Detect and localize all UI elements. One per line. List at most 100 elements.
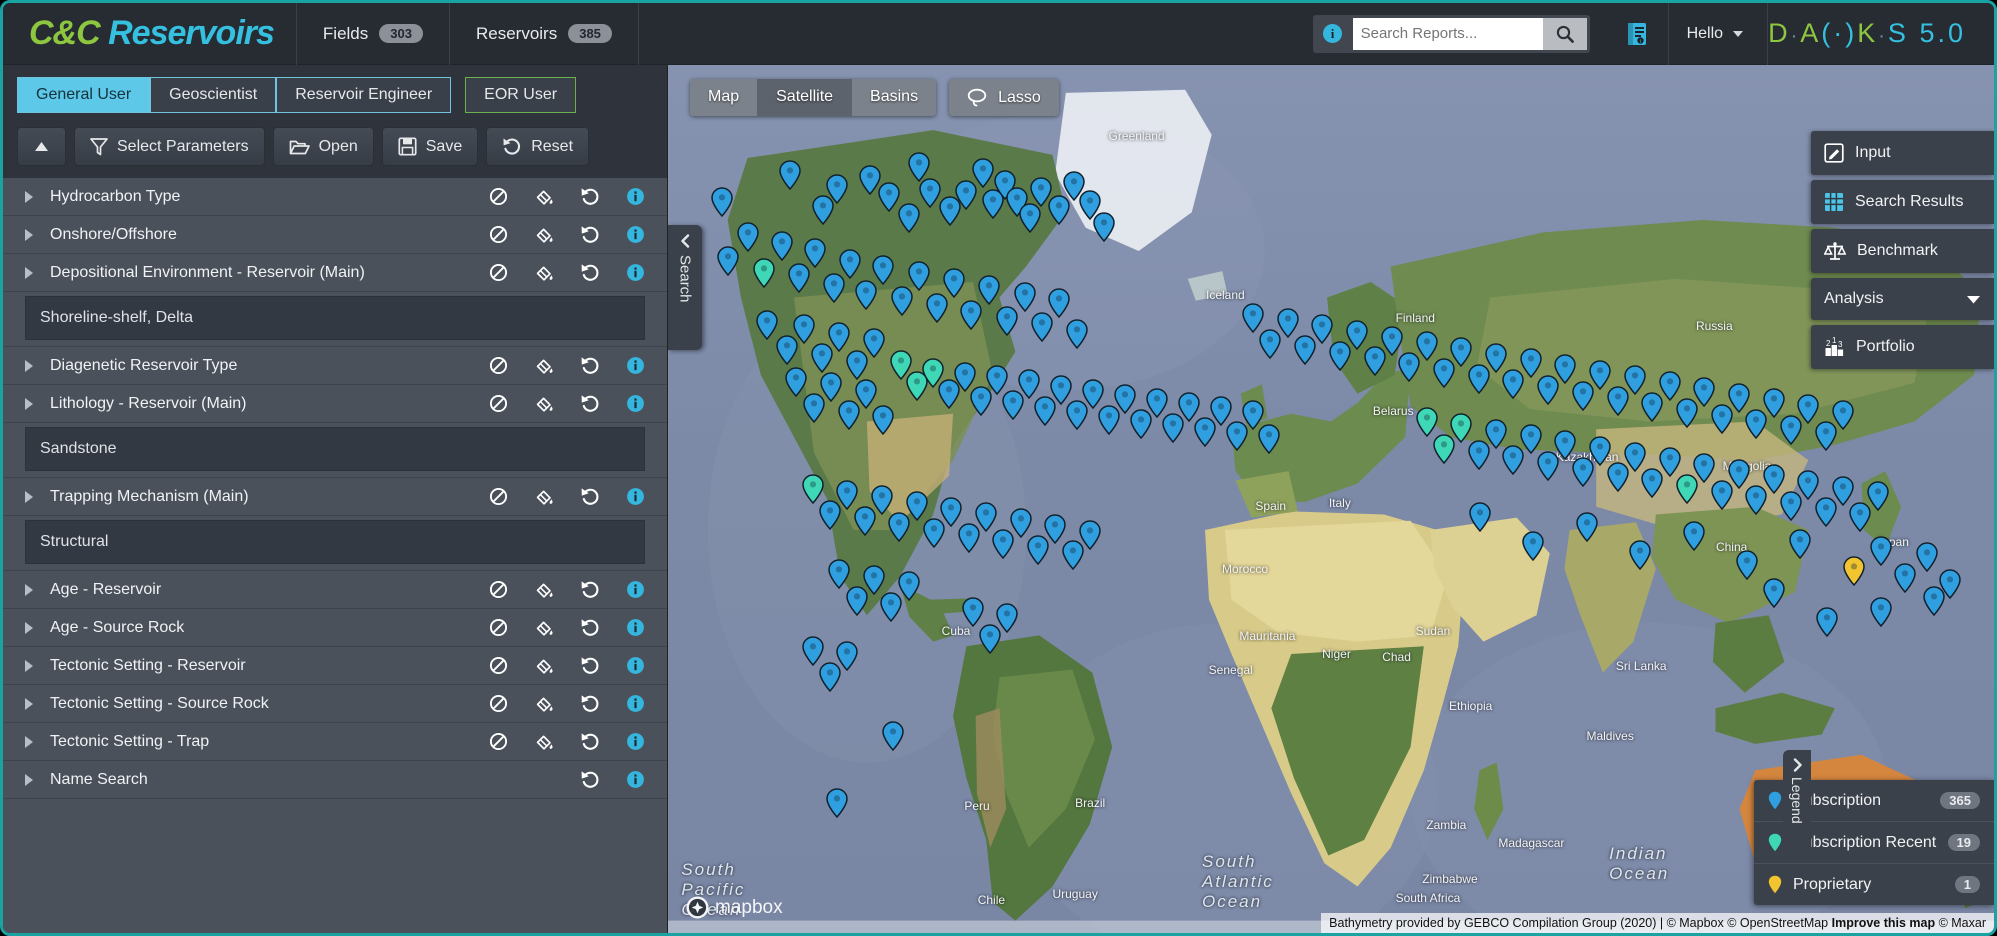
param-exclude-icon[interactable]	[489, 487, 508, 506]
map-pin[interactable]	[1576, 512, 1598, 547]
map-pin[interactable]	[1469, 502, 1491, 537]
map-pin[interactable]	[1093, 212, 1115, 247]
map-pin[interactable]	[919, 178, 941, 213]
map-pin[interactable]	[756, 310, 778, 345]
param-highlight-icon[interactable]	[534, 732, 554, 752]
map-pin[interactable]	[1832, 400, 1854, 435]
param-reset-icon[interactable]	[580, 394, 600, 413]
map-pin[interactable]	[737, 222, 759, 257]
param-highlight-icon[interactable]	[534, 487, 554, 507]
param-row-lithology-reservoir-main[interactable]: Lithology - Reservoir (Main)	[3, 385, 667, 423]
param-info-icon[interactable]	[626, 394, 645, 413]
reports-button[interactable]: i	[1608, 21, 1668, 47]
map-pin[interactable]	[878, 182, 900, 217]
map-pin[interactable]	[836, 641, 858, 676]
search-info-button[interactable]: i	[1313, 15, 1353, 53]
panel-button-search-results[interactable]: Search Results	[1811, 180, 1994, 224]
param-exclude-icon[interactable]	[489, 225, 508, 244]
map-pin[interactable]	[908, 261, 930, 296]
map-pin[interactable]	[898, 571, 920, 606]
basemap-map-button[interactable]: Map	[690, 79, 758, 116]
panel-button-analysis[interactable]: Analysis	[1811, 278, 1994, 320]
map-pin[interactable]	[943, 268, 965, 303]
param-value-trapping-mechanism-main[interactable]: Structural	[25, 520, 645, 564]
map-pin[interactable]	[1736, 550, 1758, 585]
map-pin[interactable]	[717, 246, 739, 281]
param-value-depositional-environment-reservoir-main[interactable]: Shoreline-shelf, Delta	[25, 296, 645, 340]
param-highlight-icon[interactable]	[534, 580, 554, 600]
param-highlight-icon[interactable]	[534, 356, 554, 376]
map-pin[interactable]	[1683, 521, 1705, 556]
map-pin[interactable]	[1629, 540, 1651, 575]
map-pin[interactable]	[771, 231, 793, 266]
param-info-icon[interactable]	[626, 187, 645, 206]
lasso-tool-button[interactable]: Lasso	[949, 79, 1059, 116]
param-highlight-icon[interactable]	[534, 618, 554, 638]
map-pin[interactable]	[1894, 563, 1916, 598]
expand-arrow-icon[interactable]	[25, 360, 33, 372]
param-row-trapping-mechanism-main[interactable]: Trapping Mechanism (Main)	[3, 478, 667, 516]
param-row-hydrocarbon-type[interactable]: Hydrocarbon Type	[3, 178, 667, 216]
param-reset-icon[interactable]	[580, 770, 600, 789]
tab-geoscientist[interactable]: Geoscientist	[150, 77, 276, 113]
param-highlight-icon[interactable]	[534, 394, 554, 414]
tab-general-user[interactable]: General User	[17, 77, 150, 113]
legend-toggle[interactable]: Legend	[1783, 750, 1811, 855]
param-info-icon[interactable]	[626, 263, 645, 282]
map-pin[interactable]	[996, 603, 1018, 638]
map-pin[interactable]	[1079, 520, 1101, 555]
param-row-tectonic-setting-reservoir[interactable]: Tectonic Setting - Reservoir	[3, 647, 667, 685]
param-row-diagenetic-reservoir-type[interactable]: Diagenetic Reservoir Type	[3, 347, 667, 385]
map-pin[interactable]	[898, 203, 920, 238]
param-row-onshore-offshore[interactable]: Onshore/Offshore	[3, 216, 667, 254]
param-reset-icon[interactable]	[580, 263, 600, 282]
param-highlight-icon[interactable]	[534, 225, 554, 245]
param-exclude-icon[interactable]	[489, 618, 508, 637]
reset-button[interactable]: Reset	[486, 127, 589, 166]
expand-arrow-icon[interactable]	[25, 736, 33, 748]
param-highlight-icon[interactable]	[534, 656, 554, 676]
map-pin[interactable]	[1843, 556, 1865, 591]
expand-arrow-icon[interactable]	[25, 584, 33, 596]
param-highlight-icon[interactable]	[534, 694, 554, 714]
param-exclude-icon[interactable]	[489, 394, 508, 413]
map-pin[interactable]	[1867, 481, 1889, 516]
param-exclude-icon[interactable]	[489, 732, 508, 751]
param-reset-icon[interactable]	[580, 656, 600, 675]
map-pin[interactable]	[1923, 586, 1945, 621]
legend-row-proprietary[interactable]: Proprietary1	[1754, 864, 1994, 905]
map-pin[interactable]	[804, 238, 826, 273]
tab-eor-user[interactable]: EOR User	[465, 77, 576, 113]
param-row-tectonic-setting-source-rock[interactable]: Tectonic Setting - Source Rock	[3, 685, 667, 723]
panel-button-input[interactable]: Input	[1811, 131, 1994, 175]
map-pin[interactable]	[1258, 424, 1280, 459]
search-panel-toggle[interactable]: Search	[668, 225, 702, 350]
basemap-satellite-button[interactable]: Satellite	[758, 79, 852, 116]
param-reset-icon[interactable]	[580, 356, 600, 375]
param-exclude-icon[interactable]	[489, 580, 508, 599]
nav-item-fields[interactable]: Fields 303	[297, 3, 449, 65]
param-exclude-icon[interactable]	[489, 694, 508, 713]
map-container[interactable]: GreenlandIcelandFinlandBelarusRussiaKaza…	[668, 65, 1994, 933]
map-pin[interactable]	[1816, 607, 1838, 642]
param-exclude-icon[interactable]	[489, 356, 508, 375]
expand-arrow-icon[interactable]	[25, 491, 33, 503]
map-pin[interactable]	[826, 174, 848, 209]
param-reset-icon[interactable]	[580, 618, 600, 637]
search-submit-button[interactable]	[1543, 18, 1587, 50]
param-info-icon[interactable]	[626, 732, 645, 751]
map-pin[interactable]	[1870, 597, 1892, 632]
map-pin[interactable]	[826, 788, 848, 823]
expand-arrow-icon[interactable]	[25, 267, 33, 279]
param-highlight-icon[interactable]	[534, 263, 554, 283]
param-info-icon[interactable]	[626, 580, 645, 599]
param-info-icon[interactable]	[626, 618, 645, 637]
param-exclude-icon[interactable]	[489, 656, 508, 675]
param-row-age-reservoir[interactable]: Age - Reservoir	[3, 571, 667, 609]
map-pin[interactable]	[839, 249, 861, 284]
save-button[interactable]: Save	[382, 127, 478, 166]
map-pin[interactable]	[872, 405, 894, 440]
tab-reservoir-engineer[interactable]: Reservoir Engineer	[276, 77, 451, 113]
select-parameters-button[interactable]: Select Parameters	[74, 127, 265, 166]
map-pin[interactable]	[1789, 529, 1811, 564]
